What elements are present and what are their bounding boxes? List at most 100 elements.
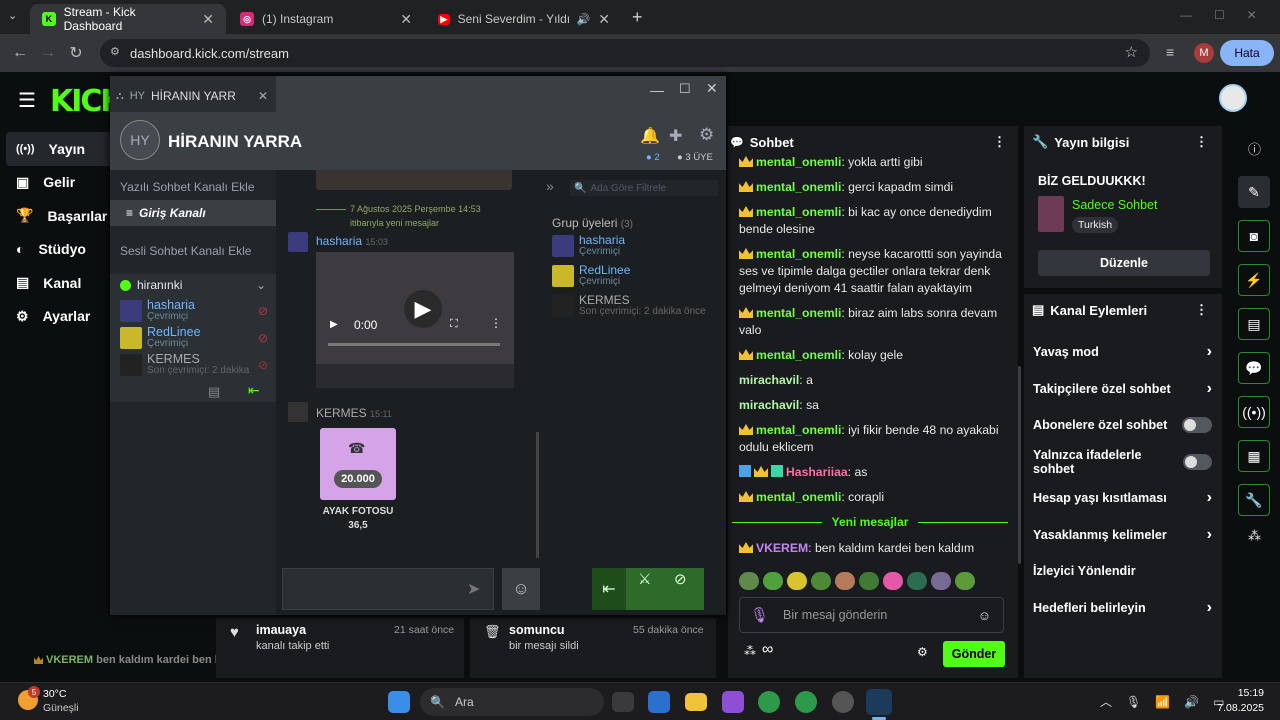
activity-user[interactable]: somuncu xyxy=(509,623,565,637)
avatar[interactable] xyxy=(288,402,308,422)
voice-member[interactable]: KERMES Son çevrimiçi: 2 dakika ⊘ xyxy=(120,353,276,376)
headset-muted-icon[interactable]: ⊘ xyxy=(674,570,687,588)
add-voice-channel[interactable]: Sesli Sohbet Kanalı Ekle xyxy=(120,244,251,258)
new-tab-button[interactable]: + xyxy=(632,7,643,28)
add-text-channel[interactable]: Yazılı Sohbet Kanalı Ekle xyxy=(120,180,255,194)
add-friend-icon[interactable]: ✚ xyxy=(669,126,682,146)
activity-user[interactable]: imauaya xyxy=(256,623,306,637)
channel-action-item[interactable]: Yavaş mod › xyxy=(1024,334,1222,371)
emoticon-icon[interactable]: ☺ xyxy=(502,568,540,610)
channel-action-item[interactable]: Hedefleri belirleyin › xyxy=(1024,590,1222,627)
sidebar-item-basarilar[interactable]: 🏆 Başarılar xyxy=(0,199,110,233)
send-icon[interactable]: ➤ xyxy=(467,579,480,599)
chat-input[interactable]: 🎙 Bir mesaj gönderin ☺ xyxy=(739,597,1004,633)
emote-icon[interactable] xyxy=(907,572,927,590)
emote-icon[interactable] xyxy=(811,572,831,590)
settings-icon[interactable]: ⚙ xyxy=(699,125,714,145)
media-icon[interactable]: ≡ xyxy=(1166,44,1174,60)
maximize-icon[interactable]: ☐ xyxy=(679,81,691,97)
chat-settings-icon[interactable]: ⚙ xyxy=(917,645,928,659)
play-small-icon[interactable]: ▶ xyxy=(330,319,338,330)
message-author[interactable]: KERMES 15:11 xyxy=(316,406,392,420)
chrome-icon[interactable] xyxy=(758,691,780,713)
back-icon[interactable]: ← xyxy=(6,44,34,62)
more-menu-icon[interactable]: ⋮ xyxy=(1195,302,1208,318)
user-avatar[interactable] xyxy=(1219,84,1247,112)
play-icon[interactable]: ▶ xyxy=(404,290,442,328)
toggle-switch[interactable] xyxy=(1182,417,1212,434)
voice-member[interactable]: RedLinee Çevrimiçi ⊘ xyxy=(120,326,276,349)
broadcast-icon[interactable]: ((•)) xyxy=(1238,396,1270,428)
emote-icon[interactable] xyxy=(859,572,879,590)
emote-icon[interactable] xyxy=(883,572,903,590)
emote-icon[interactable] xyxy=(739,572,759,590)
hamburger-menu-icon[interactable]: ☰ xyxy=(18,88,36,113)
info-icon[interactable]: ⓘ xyxy=(1230,126,1280,170)
reload-icon[interactable]: ↻ xyxy=(62,43,90,63)
clock-time[interactable]: 15:19 xyxy=(1220,687,1264,699)
chat-username[interactable]: VKEREM xyxy=(756,541,808,555)
sidebar-item-yayin[interactable]: ((•)) Yayın xyxy=(6,132,114,166)
chrome-profile-icon[interactable] xyxy=(795,691,817,713)
leave-voice-icon[interactable]: ⇤ xyxy=(248,382,260,399)
voice-member[interactable]: hasharia Çevrimiçi ⊘ xyxy=(120,299,276,322)
chat-username[interactable]: mental_onemli xyxy=(756,180,841,194)
message-author[interactable]: hasharia 15:03 xyxy=(316,234,388,248)
voice-room-header[interactable]: hiranınki ⌄ xyxy=(110,274,276,296)
chevron-down-icon[interactable]: ⌄ xyxy=(256,278,266,292)
channel-entry[interactable]: ≡ Giriş Kanalı xyxy=(110,200,276,226)
member-item[interactable]: RedLinee Çevrimiçi xyxy=(552,264,630,287)
chat-username[interactable]: mirachavil xyxy=(739,373,799,387)
more-menu-icon[interactable]: ⋮ xyxy=(1195,134,1208,150)
mic-muted-icon[interactable]: ⚔ xyxy=(638,570,651,588)
emote-icon[interactable] xyxy=(955,572,975,590)
toggle-switch[interactable] xyxy=(1182,453,1212,470)
chat-scrollbar[interactable] xyxy=(536,432,539,558)
channel-action-item[interactable]: Yalnızca ifadelerle sohbet xyxy=(1024,444,1222,481)
sidebar-item-ayarlar[interactable]: ⚙ Ayarlar xyxy=(0,300,110,334)
clock-date[interactable]: 7.08.2025 xyxy=(1210,702,1264,714)
notes-icon[interactable]: ▤ xyxy=(1238,308,1270,340)
category-thumbnail[interactable] xyxy=(1038,196,1064,232)
voice-settings-icon[interactable]: ▤ xyxy=(208,384,220,400)
app-icon[interactable] xyxy=(832,691,854,713)
minimize-icon[interactable]: — xyxy=(650,82,664,98)
category-name[interactable]: Sadece Sohbet xyxy=(1072,198,1158,212)
window-controls[interactable]: —☐✕ xyxy=(1180,8,1279,22)
sidebar-item-kanal[interactable]: ▤ Kanal xyxy=(0,266,110,300)
close-icon[interactable]: ✕ xyxy=(202,11,214,28)
microphone-icon[interactable]: 🎙 xyxy=(750,606,769,624)
leave-voice-icon[interactable]: ⇤ xyxy=(592,568,626,610)
tab-youtube[interactable]: ▶ Seni Severdim - Yıldız Usmo 🔊 ✕ xyxy=(426,4,622,34)
chat-username[interactable]: mental_onemli xyxy=(756,490,841,504)
previous-image[interactable] xyxy=(316,170,512,190)
add-widget-icon[interactable]: ⁂ xyxy=(1230,528,1280,544)
copilot-icon[interactable] xyxy=(722,691,744,713)
chat-username[interactable]: mental_onemli xyxy=(756,247,841,261)
channel-action-item[interactable]: Takipçilere özel sohbet › xyxy=(1024,371,1222,408)
channel-action-item[interactable]: İzleyici Yönlendir xyxy=(1024,553,1222,590)
close-icon[interactable]: ✕ xyxy=(400,11,412,28)
forward-icon[interactable]: → xyxy=(34,44,62,62)
chat-username[interactable]: mirachavil xyxy=(739,398,799,412)
edit-button[interactable]: Düzenle xyxy=(1038,250,1210,276)
infinity-icon[interactable]: ∞ xyxy=(762,641,773,659)
windows-start-icon[interactable] xyxy=(388,691,410,713)
site-info-icon[interactable]: ⚙ xyxy=(110,45,120,58)
camera-icon[interactable]: ◙ xyxy=(1238,220,1270,252)
more-menu-icon[interactable]: ⋮ xyxy=(490,316,502,330)
emoji-picker-icon[interactable]: ☺ xyxy=(978,608,991,623)
send-button[interactable]: Gönder xyxy=(943,641,1005,667)
more-menu-icon[interactable]: ⋮ xyxy=(993,134,1006,150)
task-view-icon[interactable] xyxy=(612,692,634,712)
weather-temp[interactable]: 30°C xyxy=(43,688,66,700)
avatar[interactable] xyxy=(288,232,308,252)
bookmark-star-icon[interactable]: ☆ xyxy=(1125,43,1138,61)
file-explorer-icon[interactable] xyxy=(685,693,707,711)
profile-avatar[interactable]: M xyxy=(1194,43,1214,63)
chat-username[interactable]: mental_onemli xyxy=(756,348,841,362)
chat-bubble-icon[interactable]: 💬 xyxy=(1238,352,1270,384)
member-item[interactable]: KERMES Son çevrimiçi: 2 dakika önce xyxy=(552,294,706,317)
chat-scrollbar[interactable] xyxy=(1018,366,1021,564)
lightning-icon[interactable]: ⚡ xyxy=(1238,264,1270,296)
